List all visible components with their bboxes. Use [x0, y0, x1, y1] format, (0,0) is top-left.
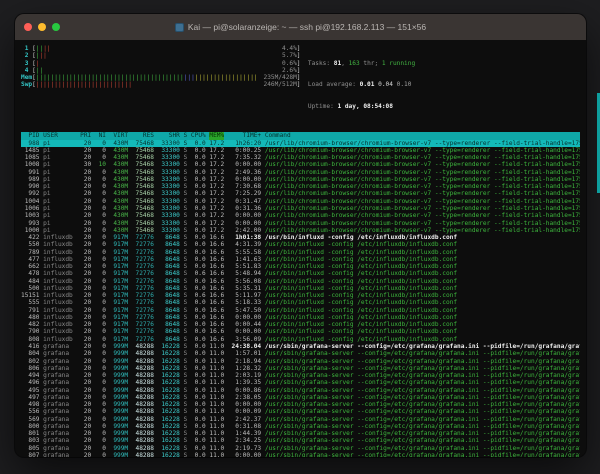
column-header-pri[interactable]: PRI — [80, 132, 91, 139]
process-row[interactable]: 500influxdb200917M727768648S0.016.65:35.… — [21, 285, 580, 292]
process-row[interactable]: 569grafana200999M4828816228S0.011.02:42.… — [21, 416, 580, 423]
process-row[interactable]: 498grafana200999M4828816228S0.011.00:00.… — [21, 401, 580, 408]
process-row[interactable]: 1085pi200430M7546833300S0.017.27:35.32/u… — [21, 154, 580, 161]
process-row[interactable]: 478influxdb200917M727768648S0.616.65:48.… — [21, 270, 580, 277]
column-header-res[interactable]: RES — [132, 132, 154, 139]
cpu3-meter: 3 [|0.6%] — [21, 60, 301, 67]
process-row[interactable]: 993pi200430M7546833300S0.017.20:00.00/us… — [21, 220, 580, 227]
process-row[interactable]: 482influxdb200917M727768648S0.016.60:00.… — [21, 321, 580, 328]
column-header-s[interactable]: S — [184, 132, 188, 139]
process-row[interactable]: 495grafana200999M4828816228S0.011.00:00.… — [21, 387, 580, 394]
cpu4-meter: 4 [||2.6%] — [21, 67, 301, 74]
load-15min: 0.10 — [397, 81, 412, 88]
process-row[interactable]: 496grafana200999M4828816228S0.011.01:39.… — [21, 379, 580, 386]
load-1min: 0.01 — [360, 81, 379, 88]
load-label: Load average: — [308, 81, 360, 88]
htop-header: 1 [||||4.4%] 2 [|||5.7%] 3 [|0.6%] 4 [||… — [21, 45, 580, 125]
window-title-text: Kai — pi@solaranzeige: ~ — ssh pi@192.16… — [188, 22, 426, 32]
process-row[interactable]: 15151influxdb200917M727768648S0.616.65:1… — [21, 292, 580, 299]
close-button[interactable] — [24, 23, 32, 31]
process-row[interactable]: 1485pi200430M7546833300S0.017.20:00.25/u… — [21, 147, 580, 154]
swap-meter: Swp[||||||||||||||||||||||||||246M/512M] — [21, 81, 301, 88]
terminal-doc-icon — [175, 23, 184, 32]
htop-screen: 1 [||||4.4%] 2 [|||5.7%] 3 [|0.6%] 4 [||… — [15, 40, 586, 457]
process-row[interactable]: 416grafana200999M4828816228S0.011.024:38… — [21, 343, 580, 350]
column-header-cpu[interactable]: CPU% — [191, 132, 206, 139]
process-table-header: PID USER PRI NI VIRT RES SHR SCPU%MEM% TIME+ Comm… — [21, 132, 580, 139]
process-row[interactable]: 484influxdb200917M727768648S0.016.65:56.… — [21, 278, 580, 285]
process-row[interactable]: 1008pi3010430M7546833300S0.017.20:00.00/… — [21, 161, 580, 168]
process-row[interactable]: 477influxdb200917M727768648S0.016.61:41.… — [21, 256, 580, 263]
process-row[interactable]: 556grafana200999M4828816228S0.011.00:00.… — [21, 408, 580, 415]
process-row[interactable]: 992pi200430M7546833300S0.017.27:25.29/us… — [21, 190, 580, 197]
process-row[interactable]: 1003pi200430M7546833300S0.017.20:00.00/u… — [21, 212, 580, 219]
column-header-pid[interactable]: PID — [21, 132, 39, 139]
column-header-user[interactable]: USER — [43, 132, 76, 139]
memory-meter: Mem[||||||||||||||||||||||||||||||||||||… — [21, 74, 301, 81]
process-row[interactable]: 1000pi200430M7546833300S0.017.22:42.00/u… — [21, 227, 580, 234]
system-info: Tasks: 81, 163 thr; 1 running Load avera… — [301, 45, 581, 125]
process-row[interactable]: 991pi200430M7546833300S0.017.22:49.36/us… — [21, 169, 580, 176]
process-row[interactable]: 806grafana200999M4828816228S0.011.01:28.… — [21, 365, 580, 372]
titlebar: Kai — pi@solaranzeige: ~ — ssh pi@192.16… — [15, 14, 586, 41]
process-row[interactable]: 480influxdb200917M727768648S0.016.60:00.… — [21, 314, 580, 321]
tasks-sep: , — [341, 60, 348, 67]
threads-label: thr; — [360, 60, 382, 67]
process-row[interactable]: 989pi200430M7546833300S0.017.20:00.00/us… — [21, 176, 580, 183]
uptime-label: Uptime: — [308, 103, 338, 110]
column-header-time[interactable]: TIME+ — [228, 132, 261, 139]
process-row[interactable]: 555influxdb200917M727768648S0.016.65:18.… — [21, 299, 580, 306]
terminal-window: Kai — pi@solaranzeige: ~ — ssh pi@192.16… — [15, 14, 586, 457]
process-row[interactable]: 990pi200430M7546833300S0.017.27:30.68/us… — [21, 183, 580, 190]
blank-line — [21, 125, 580, 132]
minimize-button[interactable] — [38, 23, 46, 31]
process-row[interactable]: 800grafana200999M4828816228S0.011.00:31.… — [21, 423, 580, 430]
column-header-shr[interactable]: SHR — [158, 132, 180, 139]
process-row[interactable]: 804grafana200999M4828816228S0.011.01:57.… — [21, 350, 580, 357]
threads-count: 163 — [349, 60, 360, 67]
column-header-mem[interactable]: MEM% — [209, 132, 224, 139]
process-row[interactable]: 801grafana200999M4828816228S0.011.01:44.… — [21, 430, 580, 437]
process-row[interactable]: 805grafana200999M4828816228S0.011.02:19.… — [21, 445, 580, 452]
process-row[interactable]: 807grafana200999M4828816228S0.011.00:00.… — [21, 452, 580, 457]
process-table: 988pi200430M7546833300S0.017.21h26:20/us… — [21, 140, 580, 457]
process-row[interactable]: 791influxdb200917M727768648S0.016.65:47.… — [21, 307, 580, 314]
process-row[interactable]: 808influxdb200917M727768648S0.016.63:56.… — [21, 336, 580, 343]
uptime: Uptime: 1 day, 08:54:08 — [308, 103, 580, 110]
process-row[interactable]: 494grafana200999M4828816228S0.011.02:03.… — [21, 372, 580, 379]
process-row[interactable]: 662influxdb200917M727768648S0.016.65:51.… — [21, 263, 580, 270]
column-header-ni[interactable]: NI — [95, 132, 106, 139]
tasks-label: Tasks: — [308, 60, 334, 67]
process-row[interactable]: 803grafana200999M4828816228S0.011.02:34.… — [21, 437, 580, 444]
process-row[interactable]: 550influxdb200917M727768648S0.016.64:31.… — [21, 241, 580, 248]
column-header-command[interactable]: Command — [265, 132, 580, 139]
cpu1-meter: 1 [||||4.4%] — [21, 45, 301, 52]
tasks-summary: Tasks: 81, 163 thr; 1 running — [308, 60, 580, 67]
uptime-value: 1 day, 08:54:08 — [337, 103, 392, 110]
process-row[interactable]: 790influxdb200917M727768648S0.016.60:00.… — [21, 328, 580, 335]
column-header-virt[interactable]: VIRT — [110, 132, 128, 139]
cpu2-meter: 2 [|||5.7%] — [21, 52, 301, 59]
process-row[interactable]: 988pi200430M7546833300S0.017.21h26:20/us… — [21, 140, 580, 147]
process-row[interactable]: 1006pi200430M7546833300S0.017.20:31.36/u… — [21, 205, 580, 212]
running-count: 1 running — [382, 60, 415, 67]
process-row[interactable]: 422influxdb200917M727768648S0.016.61h01:… — [21, 234, 580, 241]
window-title: Kai — pi@solaranzeige: ~ — ssh pi@192.16… — [15, 14, 586, 40]
process-row[interactable]: 789influxdb200917M727768648S0.016.65:55.… — [21, 249, 580, 256]
meters: 1 [||||4.4%] 2 [|||5.7%] 3 [|0.6%] 4 [||… — [21, 45, 301, 125]
process-row[interactable]: 1004pi200430M7546833300S0.017.20:31.47/u… — [21, 198, 580, 205]
load-5min: 0.04 — [378, 81, 397, 88]
traffic-lights — [24, 23, 60, 31]
process-row[interactable]: 802grafana200999M4828816228S0.011.02:18.… — [21, 358, 580, 365]
process-row[interactable]: 497grafana200999M4828816228S0.011.02:38.… — [21, 394, 580, 401]
load-average: Load average: 0.01 0.04 0.10 — [308, 81, 580, 88]
zoom-button[interactable] — [52, 23, 60, 31]
